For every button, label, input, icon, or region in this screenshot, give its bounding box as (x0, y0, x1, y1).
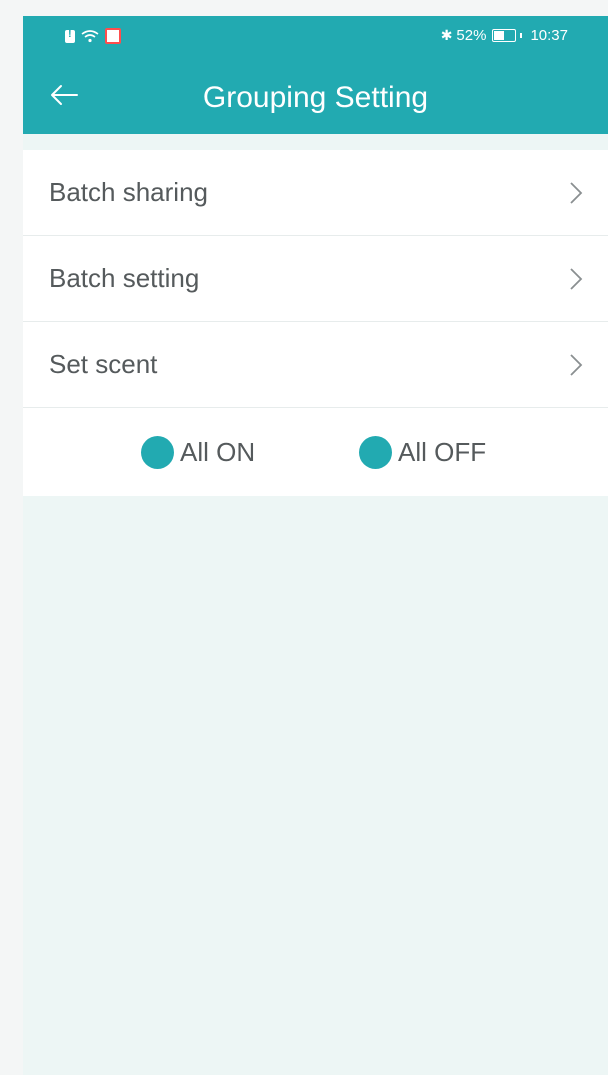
all-off-dot-icon (359, 435, 392, 469)
all-on-dot-icon (141, 435, 174, 469)
notification-icon (105, 28, 121, 44)
settings-list: Batch sharing Batch setting Set scent Al… (23, 150, 608, 496)
battery-percent: 52% (456, 27, 487, 44)
set-scent-label: Set scent (49, 349, 158, 379)
battery-tip (520, 33, 523, 38)
status-left (65, 28, 121, 44)
status-bar: ✱ 52% 10:37 (23, 16, 608, 60)
bluetooth-icon: ✱ (440, 27, 453, 43)
batch-setting-item[interactable]: Batch setting (23, 236, 608, 322)
battery-icon (492, 29, 517, 42)
chevron-right-icon (570, 353, 583, 376)
all-on-button[interactable]: All ON (141, 435, 256, 469)
app-bar: ✱ 52% 10:37 Grouping Setting (23, 16, 608, 134)
chevron-right-icon (570, 267, 583, 290)
batch-sharing-item[interactable]: Batch sharing (23, 150, 608, 236)
batch-sharing-label: Batch sharing (49, 177, 208, 207)
all-off-button[interactable]: All OFF (359, 435, 487, 469)
clock: 10:37 (530, 27, 568, 44)
wifi-icon (81, 30, 99, 43)
power-toggles: All ON All OFF (23, 408, 608, 496)
chevron-right-icon (570, 181, 583, 204)
sim-alert-icon (65, 28, 75, 43)
all-off-label: All OFF (398, 436, 487, 467)
app-screen: ✱ 52% 10:37 Grouping Setting Batch shari… (23, 16, 608, 1075)
set-scent-item[interactable]: Set scent (23, 322, 608, 408)
battery-level (494, 31, 505, 40)
status-right: ✱ 52% 10:37 (441, 27, 568, 44)
page-title: Grouping Setting (202, 81, 429, 114)
batch-setting-label: Batch setting (49, 263, 200, 293)
all-on-label: All ON (180, 436, 256, 467)
